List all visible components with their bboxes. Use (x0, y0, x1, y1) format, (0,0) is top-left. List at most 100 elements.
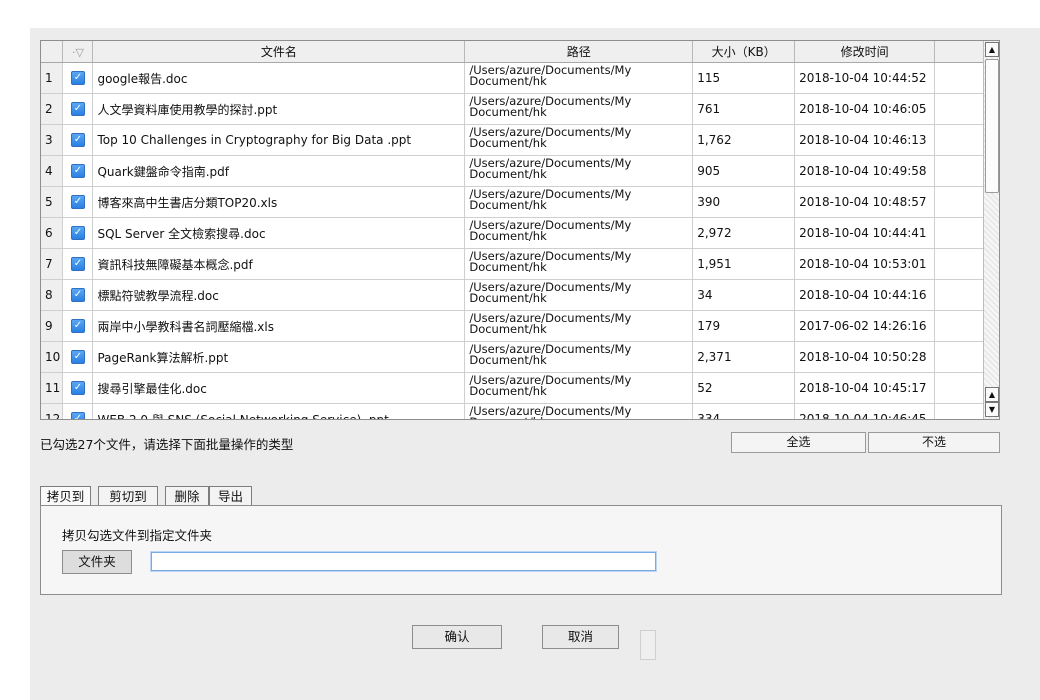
row-checkbox[interactable] (62, 124, 94, 156)
row-number: 1 (41, 62, 64, 94)
table-row[interactable]: 10 PageRank算法解析.ppt/Users/azure/Documents… (41, 341, 999, 373)
table-row[interactable]: 7 資訊科技無障礙基本概念.pdf/Users/azure/Documents/M… (41, 248, 999, 280)
confirm-button[interactable]: 确认 (412, 625, 502, 649)
file-size-cell: 334 (692, 403, 796, 419)
checkbox-checked-icon[interactable] (70, 412, 85, 419)
file-path-cell: /Users/azure/Documents/My Document/hk (464, 372, 694, 404)
header-modified[interactable]: 修改时间 (794, 41, 936, 63)
checkbox-checked-icon[interactable] (70, 164, 85, 179)
row-number: 3 (41, 124, 64, 156)
row-number: 8 (41, 279, 64, 311)
file-size-cell: 2,972 (692, 217, 796, 249)
checkbox-checked-icon[interactable] (70, 195, 85, 210)
row-number: 7 (41, 248, 64, 280)
table-row[interactable]: 1 google報告.doc/Users/azure/Documents/My D… (41, 62, 999, 94)
file-name-cell: 搜尋引擎最佳化.doc (92, 372, 466, 404)
row-checkbox[interactable] (62, 403, 94, 419)
row-number: 4 (41, 155, 64, 187)
scroll-up-icon[interactable]: ▲ (985, 42, 999, 57)
table-row[interactable]: 12 WEB 2.0 與 SNS (Social Networking Servi… (41, 403, 999, 419)
file-size-cell: 1,951 (692, 248, 796, 280)
file-path-cell: /Users/azure/Documents/My Document/hk (464, 62, 694, 94)
row-number: 6 (41, 217, 64, 249)
header-filename[interactable]: 文件名 (92, 41, 466, 63)
row-checkbox[interactable] (62, 93, 94, 125)
table-row[interactable]: 8 標點符號教學流程.doc/Users/azure/Documents/My D… (41, 279, 999, 311)
select-all-button[interactable]: 全选 (731, 432, 866, 453)
row-checkbox[interactable] (62, 62, 94, 94)
scroll-thumb[interactable] (985, 59, 999, 193)
row-number: 10 (41, 341, 64, 373)
modified-time-cell: 2018-10-04 10:44:16 (794, 279, 936, 311)
checkbox-checked-icon[interactable] (70, 102, 85, 117)
row-checkbox[interactable] (62, 217, 94, 249)
modified-time-cell: 2018-10-04 10:53:01 (794, 248, 936, 280)
folder-button[interactable]: 文件夹 (62, 550, 132, 574)
table-row[interactable]: 11 搜尋引擎最佳化.doc/Users/azure/Documents/My D… (41, 372, 999, 404)
row-number-header (41, 41, 64, 63)
file-path-cell: /Users/azure/Documents/My Document/hk (464, 248, 694, 280)
row-checkbox[interactable] (62, 248, 94, 280)
select-none-button[interactable]: 不选 (868, 432, 1000, 453)
top-strip (0, 0, 1040, 28)
row-checkbox[interactable] (62, 341, 94, 373)
file-name-cell: WEB 2.0 與 SNS (Social Networking Service… (92, 403, 466, 419)
checkbox-checked-icon[interactable] (70, 350, 85, 365)
table-row[interactable]: 6 SQL Server 全文檢索搜尋.doc/Users/azure/Docum… (41, 217, 999, 249)
file-name-cell: 標點符號教學流程.doc (92, 279, 466, 311)
file-name-cell: Quark鍵盤命令指南.pdf (92, 155, 466, 187)
row-number: 9 (41, 310, 64, 342)
table-row[interactable]: 9 兩岸中小學教科書名詞壓縮檔.xls/Users/azure/Documents… (41, 310, 999, 342)
destination-path-input[interactable] (151, 552, 656, 571)
header-size[interactable]: 大小（KB） (692, 41, 796, 63)
file-size-cell: 34 (692, 279, 796, 311)
file-size-cell: 115 (692, 62, 796, 94)
row-checkbox[interactable] (62, 155, 94, 187)
file-name-cell: PageRank算法解析.ppt (92, 341, 466, 373)
header-path[interactable]: 路径 (464, 41, 694, 63)
file-path-cell: /Users/azure/Documents/My Document/hk (464, 310, 694, 342)
checkbox-checked-icon[interactable] (70, 71, 85, 86)
file-name-cell: google報告.doc (92, 62, 466, 94)
table-row[interactable]: 5 博客來高中生書店分類TOP20.xls/Users/azure/Documen… (41, 186, 999, 218)
file-grid: ·▽ 文件名 路径 大小（KB） 修改时间 1 google報告.doc/User… (41, 41, 999, 419)
row-checkbox[interactable] (62, 310, 94, 342)
file-table: ·▽ 文件名 路径 大小（KB） 修改时间 1 google報告.doc/User… (40, 40, 1000, 420)
modified-time-cell: 2018-10-04 10:45:17 (794, 372, 936, 404)
checkbox-checked-icon[interactable] (70, 381, 85, 396)
file-name-cell: 兩岸中小學教科書名詞壓縮檔.xls (92, 310, 466, 342)
check-column-header[interactable]: ·▽ (62, 41, 94, 63)
scroll-down-icon[interactable]: ▼ (985, 402, 999, 417)
checkbox-checked-icon[interactable] (70, 288, 85, 303)
modified-time-cell: 2018-10-04 10:46:05 (794, 93, 936, 125)
table-row[interactable]: 2 人文學資料庫使用教學的探討.ppt/Users/azure/Documents… (41, 93, 999, 125)
file-size-cell: 52 (692, 372, 796, 404)
file-name-cell: Top 10 Challenges in Cryptography for Bi… (92, 124, 466, 156)
file-path-cell: /Users/azure/Documents/My Document/hk (464, 217, 694, 249)
checkbox-checked-icon[interactable] (70, 319, 85, 334)
cancel-button[interactable]: 取消 (542, 625, 619, 649)
table-scrollbar[interactable]: ▲ ▲ ▼ (983, 41, 999, 419)
tab-cut[interactable]: 剪切到 (98, 486, 158, 507)
checkbox-checked-icon[interactable] (70, 257, 85, 272)
file-size-cell: 1,762 (692, 124, 796, 156)
file-name-cell: 資訊科技無障礙基本概念.pdf (92, 248, 466, 280)
sort-indicator: ·▽ (71, 45, 84, 59)
modified-time-cell: 2018-10-04 10:44:52 (794, 62, 936, 94)
scroll-up-icon[interactable]: ▲ (985, 387, 999, 402)
tab-export[interactable]: 导出 (209, 486, 252, 507)
modified-time-cell: 2018-10-04 10:44:41 (794, 217, 936, 249)
tab-delete[interactable]: 删除 (165, 486, 209, 507)
modified-time-cell: 2018-10-04 10:46:45 (794, 403, 936, 419)
row-checkbox[interactable] (62, 186, 94, 218)
modified-time-cell: 2018-10-04 10:49:58 (794, 155, 936, 187)
copy-panel: 拷贝勾选文件到指定文件夹 文件夹 (40, 505, 1002, 595)
table-row[interactable]: 3 Top 10 Challenges in Cryptography for B… (41, 124, 999, 156)
checkbox-checked-icon[interactable] (70, 133, 85, 148)
table-row[interactable]: 4 Quark鍵盤命令指南.pdf/Users/azure/Documents/M… (41, 155, 999, 187)
file-name-cell: SQL Server 全文檢索搜尋.doc (92, 217, 466, 249)
row-checkbox[interactable] (62, 372, 94, 404)
checkbox-checked-icon[interactable] (70, 226, 85, 241)
row-checkbox[interactable] (62, 279, 94, 311)
file-size-cell: 2,371 (692, 341, 796, 373)
